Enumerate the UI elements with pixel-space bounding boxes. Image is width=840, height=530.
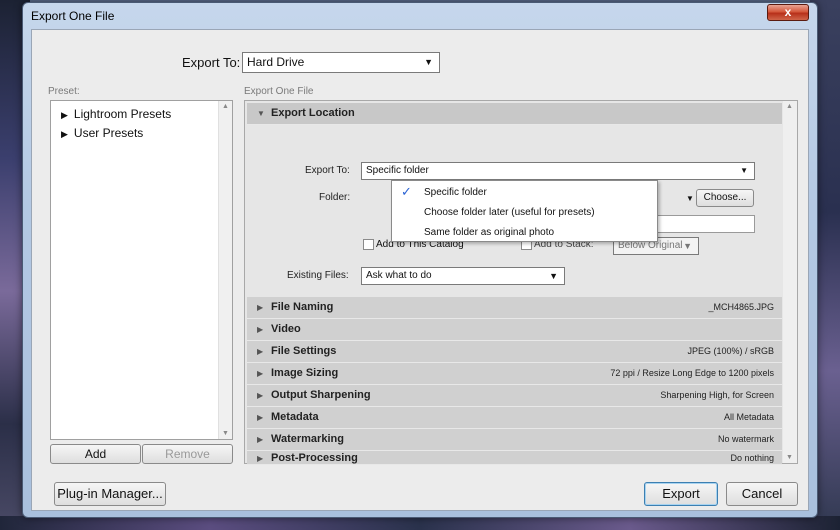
section-file-settings[interactable]: ▶ File Settings JPEG (100%) / sRGB (247, 341, 782, 363)
expand-triangle-icon: ▶ (257, 391, 264, 400)
expand-triangle-icon[interactable]: ▶ (61, 110, 68, 120)
scroll-up-icon[interactable]: ▲ (786, 103, 793, 110)
window-title: Export One File (31, 9, 115, 23)
location-export-to-value: Specific folder (366, 165, 429, 176)
export-button[interactable]: Export (644, 482, 718, 506)
section-watermarking[interactable]: ▶ Watermarking No watermark (247, 429, 782, 451)
close-icon: x (784, 5, 792, 19)
title-bar[interactable]: Export One File x (23, 3, 817, 29)
choose-folder-button[interactable]: Choose... (696, 189, 754, 207)
section-title: File Naming (271, 301, 334, 313)
expand-triangle-icon: ▶ (257, 454, 264, 463)
desktop-background-bottom (0, 516, 840, 530)
export-to-dropdown-menu: ✓ Specific folder Choose folder later (u… (391, 180, 658, 242)
preset-folder-label: Lightroom Presets (73, 107, 172, 121)
scroll-down-icon[interactable]: ▼ (222, 430, 229, 437)
chevron-down-icon: ▼ (424, 57, 433, 67)
expand-triangle-icon: ▶ (257, 369, 264, 378)
expand-triangle-icon: ▶ (257, 303, 264, 312)
add-catalog-checkbox[interactable] (363, 239, 374, 250)
section-title: Image Sizing (271, 367, 339, 379)
existing-files-value: Ask what to do (366, 270, 432, 281)
section-summary: Sharpening High, for Screen (660, 390, 774, 400)
section-title: Output Sharpening (271, 389, 371, 401)
expand-triangle-icon: ▶ (257, 435, 264, 444)
location-export-to-select[interactable]: Specific folder ▼ (361, 162, 755, 180)
chevron-down-icon: ▼ (740, 166, 748, 175)
checkmark-icon: ✓ (401, 184, 412, 199)
existing-files-select[interactable]: Ask what to do ▼ (361, 267, 565, 285)
plugin-manager-button[interactable]: Plug-in Manager... (54, 482, 166, 506)
section-output-sharpening[interactable]: ▶ Output Sharpening Sharpening High, for… (247, 385, 782, 407)
close-button[interactable]: x (767, 4, 809, 21)
section-summary: No watermark (717, 434, 774, 444)
export-to-label: Export To: (182, 55, 241, 70)
section-title: Export Location (271, 107, 355, 119)
expand-triangle-icon[interactable]: ▶ (61, 129, 68, 139)
scroll-up-icon[interactable]: ▲ (222, 103, 229, 110)
section-video[interactable]: ▶ Video (247, 319, 782, 341)
remove-preset-button[interactable]: Remove (142, 444, 233, 464)
dropdown-option-same-folder[interactable]: Same folder as original photo (424, 227, 554, 238)
export-to-select[interactable]: Hard Drive ▼ (242, 52, 440, 73)
section-post-processing[interactable]: ▶ Post-Processing Do nothing (247, 451, 782, 465)
section-summary: All Metadata (723, 412, 774, 422)
dropdown-option-specific-folder[interactable]: Specific folder (424, 187, 487, 198)
section-summary: 72 ppi / Resize Long Edge to 1200 pixels (610, 368, 774, 378)
preset-folder-label: User Presets (73, 126, 144, 140)
section-title: Metadata (271, 411, 319, 423)
preset-scrollbar[interactable]: ▲ ▼ (218, 101, 232, 439)
export-panel-label: Export One File (244, 86, 314, 97)
cancel-button[interactable]: Cancel (726, 482, 798, 506)
section-summary: Do nothing (730, 453, 774, 463)
preset-label: Preset: (48, 86, 80, 97)
preset-list: ▶ Lightroom Presets ▶ User Presets ▲ ▼ (50, 100, 233, 440)
section-export-location[interactable]: ▼ Export Location (247, 103, 782, 125)
expand-triangle-icon: ▶ (257, 325, 264, 334)
expand-triangle-icon: ▶ (257, 413, 264, 422)
scroll-down-icon[interactable]: ▼ (786, 454, 793, 461)
add-preset-button[interactable]: Add (50, 444, 141, 464)
section-title: Video (271, 323, 301, 335)
location-export-to-label: Export To: (305, 165, 350, 176)
section-title: Post-Processing (271, 452, 358, 464)
settings-scrollbar[interactable]: ▲ ▼ (783, 101, 797, 463)
export-to-value: Hard Drive (247, 55, 305, 69)
chevron-down-icon[interactable]: ▼ (686, 194, 694, 203)
chevron-down-icon: ▼ (549, 271, 558, 281)
export-settings-panel: ▼ Export Location Export To: Specific fo… (244, 100, 798, 465)
folder-label: Folder: (319, 192, 351, 203)
section-title: File Settings (271, 345, 337, 357)
export-dialog: Export One File x Export To: Hard Drive … (22, 2, 818, 518)
section-title: Watermarking (271, 433, 344, 445)
section-summary: JPEG (100%) / sRGB (687, 346, 774, 356)
preset-folder-lightroom[interactable]: ▶ Lightroom Presets (61, 107, 171, 121)
chevron-down-icon: ▼ (683, 241, 692, 251)
dialog-body: Export To: Hard Drive ▼ Preset: Export O… (31, 29, 809, 511)
existing-files-label: Existing Files: (287, 270, 349, 281)
section-summary: _MCH4865.JPG (708, 302, 774, 312)
collapse-triangle-icon: ▼ (257, 109, 265, 118)
expand-triangle-icon: ▶ (257, 347, 264, 356)
dropdown-option-choose-later[interactable]: Choose folder later (useful for presets) (424, 207, 595, 218)
section-image-sizing[interactable]: ▶ Image Sizing 72 ppi / Resize Long Edge… (247, 363, 782, 385)
section-metadata[interactable]: ▶ Metadata All Metadata (247, 407, 782, 429)
preset-folder-user[interactable]: ▶ User Presets (61, 126, 143, 140)
section-file-naming[interactable]: ▶ File Naming _MCH4865.JPG (247, 297, 782, 319)
